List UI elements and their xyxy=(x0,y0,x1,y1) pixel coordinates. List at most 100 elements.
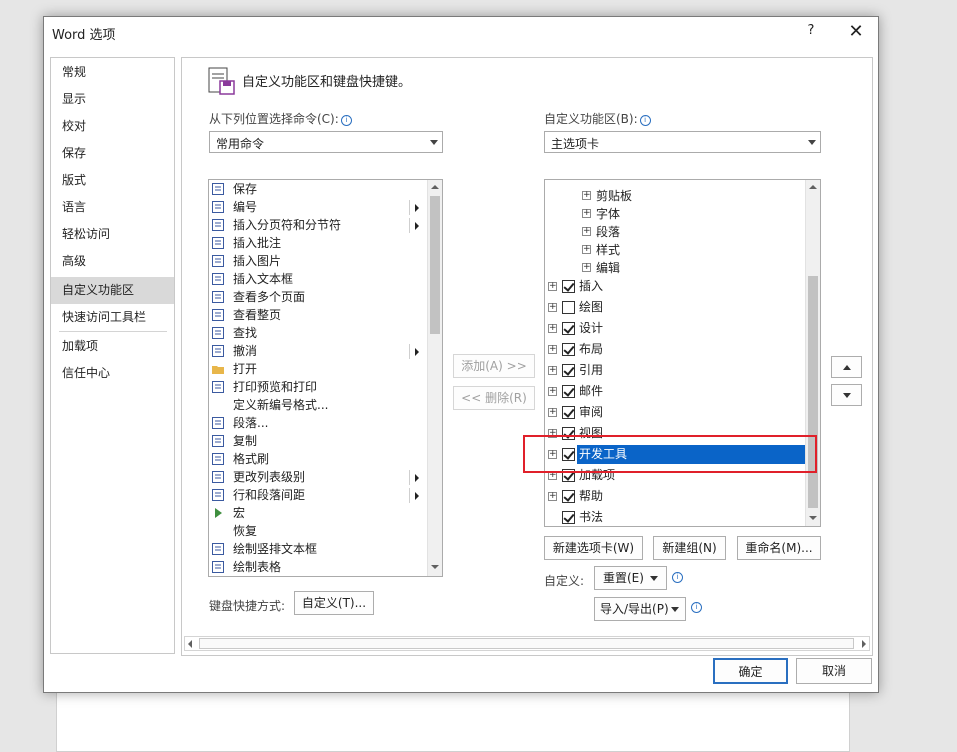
tab-checkbox[interactable] xyxy=(562,469,575,482)
nav-item-typography[interactable]: 版式 xyxy=(51,167,174,194)
list-item[interactable]: 复制 xyxy=(209,432,425,450)
tab-checkbox[interactable] xyxy=(562,364,575,377)
list-item[interactable]: 插入图片 xyxy=(209,252,425,270)
horizontal-scroll-thumb[interactable] xyxy=(199,638,854,649)
move-up-button[interactable] xyxy=(831,356,862,378)
scroll-up-button[interactable] xyxy=(806,180,820,195)
commands-list-scrollbar[interactable] xyxy=(427,180,442,576)
ribbon-tab-item[interactable]: + 邮件 xyxy=(545,381,807,402)
tab-checkbox[interactable] xyxy=(562,490,575,503)
expand-icon[interactable]: + xyxy=(548,450,557,459)
list-item[interactable]: 撤消 xyxy=(209,342,425,360)
list-item[interactable]: 编号 xyxy=(209,198,425,216)
add-button[interactable]: 添加(A) >> xyxy=(453,354,535,378)
list-item[interactable]: 打开 xyxy=(209,360,425,378)
ribbon-tab-item[interactable]: + 视图 xyxy=(545,423,807,444)
ribbon-group-item[interactable]: + 样式 xyxy=(545,241,807,259)
expand-icon[interactable]: + xyxy=(548,324,557,333)
tab-checkbox[interactable] xyxy=(562,427,575,440)
list-item[interactable]: 插入分页符和分节符 xyxy=(209,216,425,234)
ribbon-group-item[interactable]: + 剪贴板 xyxy=(545,187,807,205)
scroll-down-button[interactable] xyxy=(428,560,442,575)
scroll-up-button[interactable] xyxy=(428,180,442,195)
ribbon-tab-item[interactable]: + 帮助 xyxy=(545,486,807,507)
nav-item-general[interactable]: 常规 xyxy=(51,59,174,86)
tab-checkbox[interactable] xyxy=(562,322,575,335)
list-item[interactable]: 段落... xyxy=(209,414,425,432)
list-item[interactable]: 宏 xyxy=(209,504,425,522)
scroll-down-button[interactable] xyxy=(806,511,820,526)
list-item[interactable]: 打印预览和打印 xyxy=(209,378,425,396)
ribbon-tabs-combo[interactable]: 主选项卡 xyxy=(544,131,821,153)
customize-keyboard-button[interactable]: 自定义(T)... xyxy=(294,591,374,615)
tab-checkbox[interactable] xyxy=(562,343,575,356)
tab-checkbox[interactable] xyxy=(562,301,575,314)
ribbon-tab-item[interactable]: + 开发工具 xyxy=(545,444,807,465)
ribbon-tree[interactable]: + 剪贴板 + 字体 + 段落 + 样式 + 编辑 + 插入 + 绘图 + 设计 + 布局 + 引用 + 邮件 + 审阅 + 视图… xyxy=(544,179,821,527)
list-item[interactable]: 绘制竖排文本框 xyxy=(209,540,425,558)
ribbon-tab-item[interactable]: + 布局 xyxy=(545,339,807,360)
ribbon-tab-item[interactable]: + 加载项 xyxy=(545,465,807,486)
list-item[interactable]: 查看整页 xyxy=(209,306,425,324)
commands-list[interactable]: 保存 编号 插入分页符和分节符 插入批注 插入图片 插入文本框 查看多个页面 查看整页 查找 撤消… xyxy=(208,179,443,577)
list-item[interactable]: 查找 xyxy=(209,324,425,342)
scroll-thumb[interactable] xyxy=(808,276,818,508)
expand-icon[interactable]: + xyxy=(548,303,557,312)
list-item[interactable]: 定义新编号格式... xyxy=(209,396,425,414)
list-item[interactable]: 保存 xyxy=(209,180,425,198)
ribbon-group-item[interactable]: + 编辑 xyxy=(545,259,807,277)
nav-item-accessibility[interactable]: 轻松访问 xyxy=(51,221,174,248)
cancel-button[interactable]: 取消 xyxy=(796,658,872,684)
list-item[interactable]: 更改列表级别 xyxy=(209,468,425,486)
nav-item-save[interactable]: 保存 xyxy=(51,140,174,167)
tab-checkbox[interactable] xyxy=(562,448,575,461)
expand-icon[interactable]: + xyxy=(582,209,591,218)
nav-item-quick-access-toolbar[interactable]: 快速访问工具栏 xyxy=(51,304,174,331)
nav-item-advanced[interactable]: 高级 xyxy=(51,248,174,275)
new-group-button[interactable]: 新建组(N) xyxy=(653,536,726,560)
ribbon-group-item[interactable]: + 段落 xyxy=(545,223,807,241)
ribbon-tab-item[interactable]: + 设计 xyxy=(545,318,807,339)
expand-icon[interactable]: + xyxy=(548,429,557,438)
choose-commands-combo[interactable]: 常用命令 xyxy=(209,131,443,153)
nav-item-proofing[interactable]: 校对 xyxy=(51,113,174,140)
ribbon-tab-item[interactable]: + 审阅 xyxy=(545,402,807,423)
import-export-button[interactable]: 导入/导出(P) xyxy=(594,597,686,621)
expand-icon[interactable]: + xyxy=(582,263,591,272)
ribbon-group-item[interactable]: + 字体 xyxy=(545,205,807,223)
nav-item-addins[interactable]: 加载项 xyxy=(51,333,174,360)
expand-icon[interactable]: + xyxy=(582,245,591,254)
list-item[interactable]: 插入批注 xyxy=(209,234,425,252)
scroll-right-icon[interactable] xyxy=(862,640,866,648)
expand-icon[interactable]: + xyxy=(548,492,557,501)
tab-checkbox[interactable] xyxy=(562,406,575,419)
expand-icon[interactable]: + xyxy=(548,408,557,417)
move-down-button[interactable] xyxy=(831,384,862,406)
list-item[interactable]: 查看多个页面 xyxy=(209,288,425,306)
list-item[interactable]: 格式刷 xyxy=(209,450,425,468)
nav-item-customize-ribbon[interactable]: 自定义功能区 xyxy=(51,277,174,304)
panel-horizontal-scrollbar[interactable] xyxy=(184,636,870,651)
remove-button[interactable]: << 删除(R) xyxy=(453,386,535,410)
expand-icon[interactable]: + xyxy=(582,191,591,200)
list-item[interactable]: 行和段落间距 xyxy=(209,486,425,504)
ribbon-tab-item[interactable]: + 绘图 xyxy=(545,297,807,318)
list-item[interactable]: 绘制表格 xyxy=(209,558,425,576)
new-tab-button[interactable]: 新建选项卡(W) xyxy=(544,536,643,560)
rename-button[interactable]: 重命名(M)... xyxy=(737,536,821,560)
scroll-thumb[interactable] xyxy=(430,196,440,334)
ok-button[interactable]: 确定 xyxy=(713,658,788,684)
expand-icon[interactable]: + xyxy=(548,471,557,480)
list-item[interactable]: 恢复 xyxy=(209,522,425,540)
tab-checkbox[interactable] xyxy=(562,385,575,398)
ribbon-tab-item[interactable]: 书法 xyxy=(545,507,807,526)
nav-item-display[interactable]: 显示 xyxy=(51,86,174,113)
tab-checkbox[interactable] xyxy=(562,511,575,524)
expand-icon[interactable]: + xyxy=(582,227,591,236)
ribbon-tree-scrollbar[interactable] xyxy=(805,180,820,526)
help-button[interactable]: ? xyxy=(804,23,818,41)
nav-item-trust-center[interactable]: 信任中心 xyxy=(51,360,174,387)
list-item[interactable]: 插入文本框 xyxy=(209,270,425,288)
scroll-left-icon[interactable] xyxy=(188,640,192,648)
ribbon-tab-item[interactable]: + 引用 xyxy=(545,360,807,381)
